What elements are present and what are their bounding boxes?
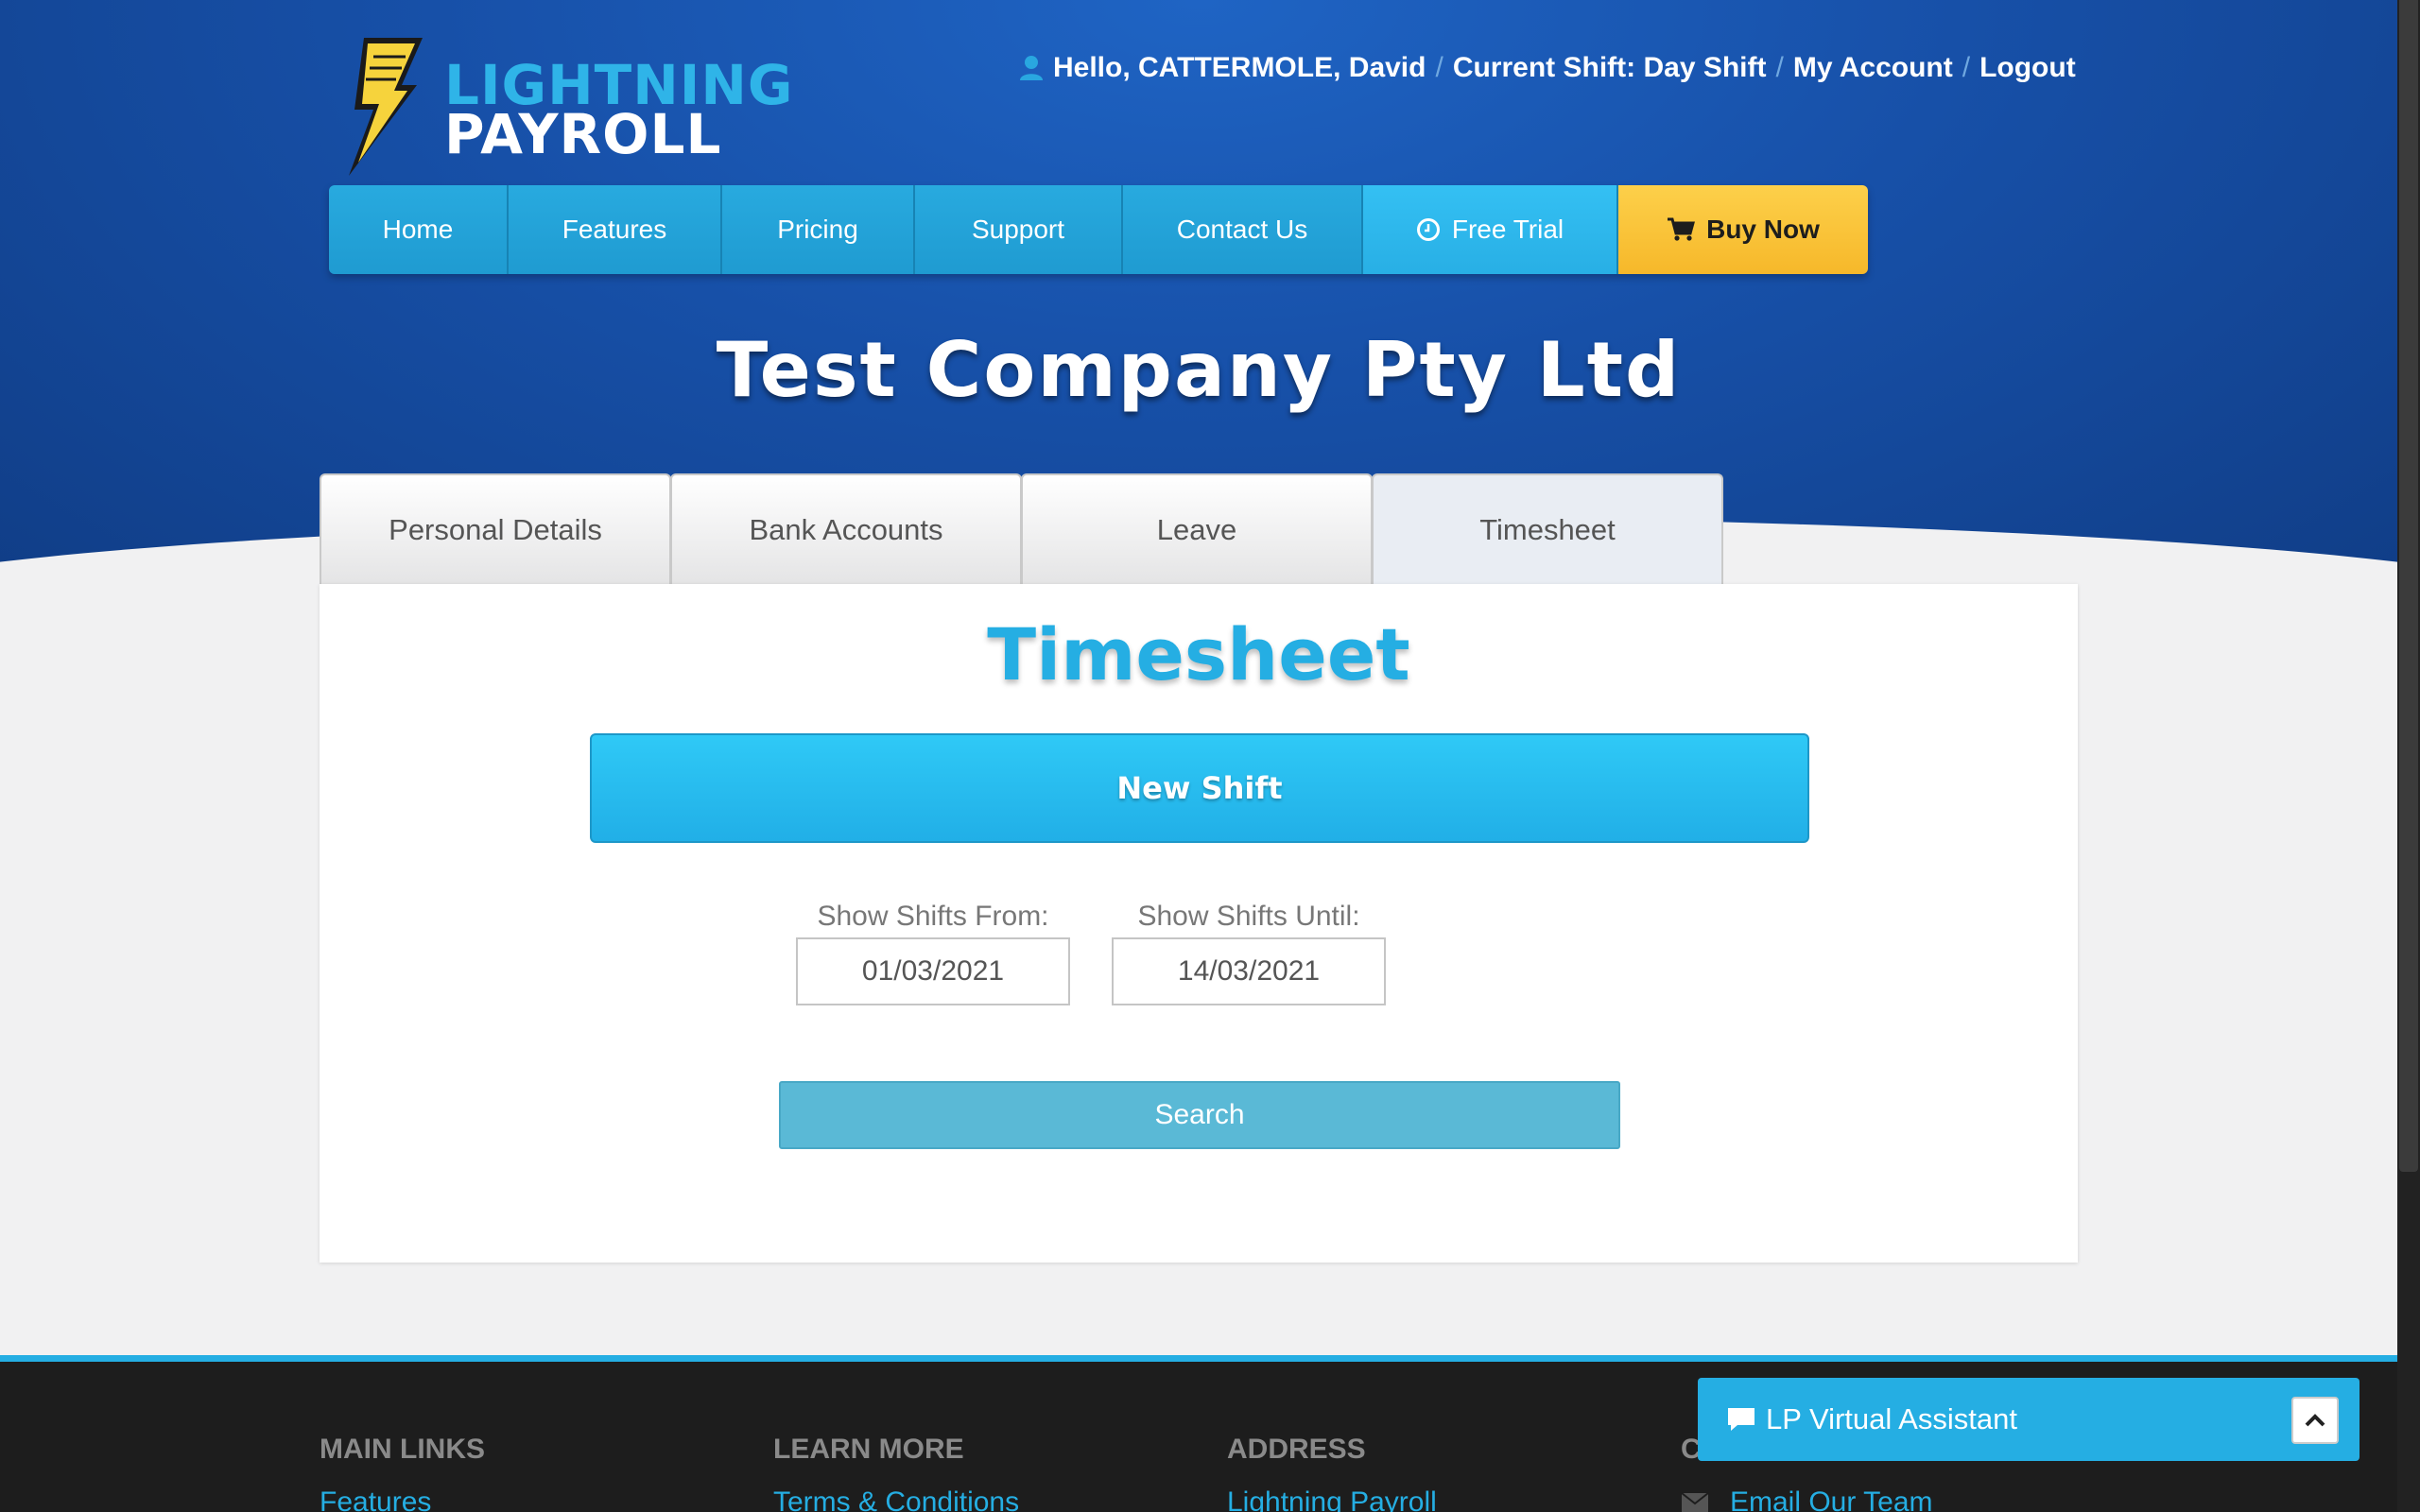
tab-label: Personal Details: [389, 513, 602, 546]
scrollbar-thumb[interactable]: [2399, 0, 2418, 1172]
current-shift-link[interactable]: Current Shift: Day Shift: [1453, 52, 1767, 84]
page-title: Timesheet: [987, 612, 1410, 696]
tab-label: Bank Accounts: [749, 513, 943, 546]
assistant-expand-button[interactable]: [2291, 1397, 2339, 1444]
separator: /: [1962, 52, 1971, 83]
chevron-up-icon: [2305, 1414, 2325, 1427]
logout-link[interactable]: Logout: [1979, 52, 2076, 84]
footer-heading: MAIN LINKS: [320, 1434, 485, 1465]
envelope-icon: [1681, 1492, 1709, 1512]
assistant-label: LP Virtual Assistant: [1766, 1402, 2017, 1435]
page-scrollbar[interactable]: [2397, 0, 2420, 1512]
chat-bubble-icon: [1728, 1408, 1754, 1431]
footer-link-email[interactable]: Email Our Team: [1681, 1486, 1933, 1512]
nav-features-label: Features: [562, 215, 667, 244]
tab-label: Leave: [1156, 513, 1237, 546]
footer-address-name[interactable]: Lightning Payroll: [1227, 1486, 1437, 1512]
footer-heading: LEARN MORE: [773, 1434, 964, 1465]
footer-learn-more: LEARN MORE Terms & Conditions: [773, 1434, 1019, 1512]
user-greeting[interactable]: Hello, CATTERMOLE, David: [1053, 52, 1426, 84]
employee-tabs: Personal Details Bank Accounts Leave Tim…: [320, 473, 1723, 585]
tab-label: Timesheet: [1479, 513, 1616, 546]
footer-link-email-label: Email Our Team: [1730, 1486, 1933, 1512]
nav-support[interactable]: Support: [915, 185, 1123, 274]
footer-link-terms[interactable]: Terms & Conditions: [773, 1486, 1019, 1512]
clock-icon: [1416, 218, 1440, 241]
tab-bank-accounts[interactable]: Bank Accounts: [670, 473, 1022, 585]
nav-home-label: Home: [382, 215, 454, 244]
nav-features[interactable]: Features: [509, 185, 722, 274]
my-account-link[interactable]: My Account: [1793, 52, 1953, 84]
separator: /: [1775, 52, 1784, 83]
tab-leave[interactable]: Leave: [1021, 473, 1373, 585]
nav-pricing[interactable]: Pricing: [722, 185, 915, 274]
nav-contact[interactable]: Contact Us: [1123, 185, 1363, 274]
new-shift-button[interactable]: New Shift: [590, 733, 1809, 843]
timesheet-panel: Timesheet New Shift Show Shifts From: Sh…: [320, 584, 2078, 1263]
nav-contact-label: Contact Us: [1176, 215, 1308, 244]
nav-home[interactable]: Home: [329, 185, 509, 274]
cart-icon: [1668, 217, 1696, 241]
brand-name-line2: PAYROLL: [444, 102, 722, 166]
footer-main-links: MAIN LINKS Features: [320, 1434, 485, 1512]
nav-support-label: Support: [971, 215, 1065, 244]
user-icon: [1020, 56, 1043, 80]
nav-free-trial-label: Free Trial: [1451, 215, 1564, 244]
company-name: Test Company Pty Ltd: [716, 326, 1682, 414]
shifts-from-label: Show Shifts From:: [817, 901, 1049, 932]
search-button[interactable]: Search: [779, 1081, 1620, 1149]
brand-logo[interactable]: LIGHTNING PAYROLL: [336, 36, 793, 178]
lightning-bolt-icon: [349, 38, 423, 176]
virtual-assistant-bar[interactable]: LP Virtual Assistant: [1698, 1378, 2360, 1461]
shifts-until-input[interactable]: [1112, 937, 1386, 1005]
nav-buy-now[interactable]: Buy Now: [1618, 185, 1868, 274]
main-nav: Home Features Pricing Support Contact Us…: [329, 185, 1868, 274]
separator: /: [1435, 52, 1443, 83]
footer-address: ADDRESS Lightning Payroll: [1227, 1434, 1437, 1512]
shifts-until-label: Show Shifts Until:: [1137, 901, 1360, 932]
footer-link-features[interactable]: Features: [320, 1486, 485, 1512]
nav-pricing-label: Pricing: [777, 215, 858, 244]
tab-timesheet[interactable]: Timesheet: [1372, 473, 1723, 585]
tab-personal-details[interactable]: Personal Details: [320, 473, 671, 585]
nav-free-trial[interactable]: Free Trial: [1363, 185, 1618, 274]
nav-buy-now-label: Buy Now: [1706, 215, 1820, 244]
footer-heading: ADDRESS: [1227, 1434, 1366, 1465]
user-bar: Hello, CATTERMOLE, David / Current Shift…: [1019, 47, 2076, 89]
shifts-from-input[interactable]: [796, 937, 1070, 1005]
